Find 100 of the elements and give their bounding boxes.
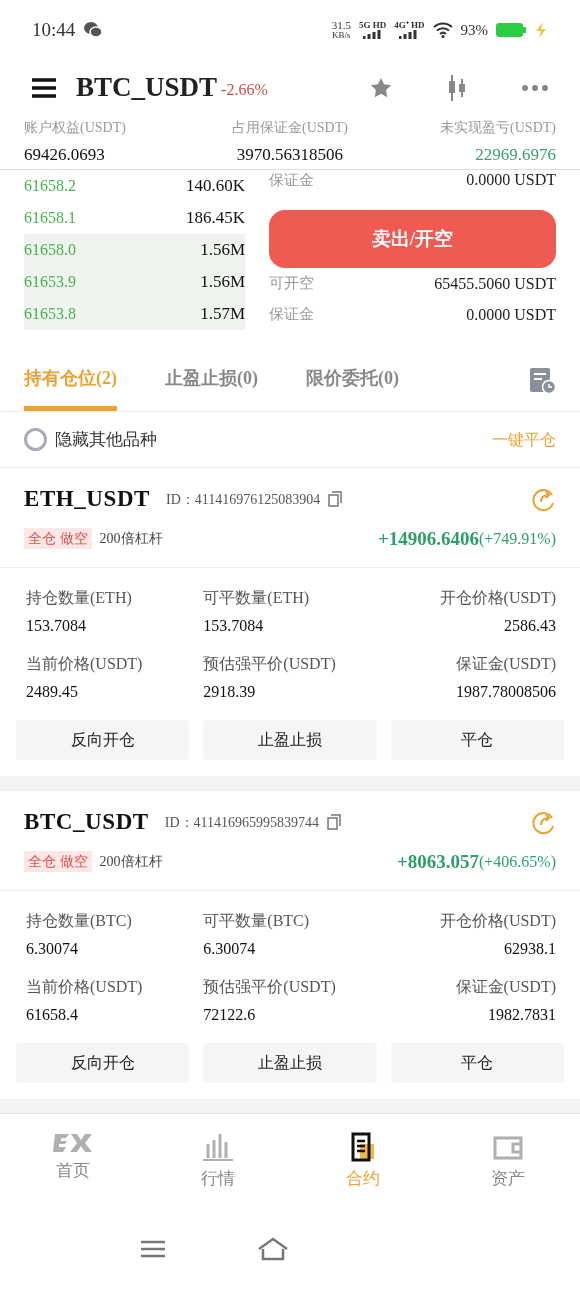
bid-price: 61658.2 (24, 176, 76, 196)
field-label: 可平数量(ETH) (203, 588, 310, 609)
field-value: 2918.39 (203, 682, 256, 702)
chat-app-icon (83, 21, 104, 39)
field-label: 当前价格(USDT) (26, 977, 143, 998)
field-value: 6.30074 (26, 939, 78, 959)
info-label: 保证金 (269, 305, 314, 325)
history-icon[interactable] (530, 367, 556, 394)
bid-amount: 1.56M (200, 271, 245, 294)
bid-amount: 1.57M (200, 303, 245, 326)
profit-amount: +14906.6406 (377, 526, 479, 551)
candlestick-icon[interactable] (447, 74, 467, 101)
position-id: ID：411416976125083904 (166, 490, 321, 509)
position-tab[interactable]: 限价委托(0) (306, 350, 399, 411)
bid-price: 61658.1 (24, 208, 76, 228)
account-value: 22969.6976 (475, 143, 556, 166)
nav-tab[interactable]: 行情 (145, 1132, 290, 1209)
sim-label: 4G⁺ HD (394, 21, 425, 30)
position-action-button[interactable]: 止盈止损 (203, 1043, 377, 1083)
bid-price: 61653.9 (24, 272, 76, 292)
position-tab[interactable]: 止盈止损(0) (165, 350, 258, 411)
field-label: 可平数量(BTC) (203, 911, 310, 932)
speed-unit: KB/s (332, 31, 351, 40)
field-label: 保证金(USDT) (455, 977, 556, 998)
bid-price: 61658.0 (24, 240, 76, 260)
charging-icon (534, 22, 548, 38)
nav-tab[interactable]: 资产 (435, 1132, 580, 1209)
share-icon[interactable] (532, 487, 556, 512)
field-value: 1982.7831 (488, 1005, 556, 1025)
position-tag: 全仓 做空 (24, 528, 92, 550)
field-label: 开仓价格(USDT) (439, 588, 556, 609)
field-value: 153.7084 (26, 616, 86, 636)
star-icon[interactable] (370, 76, 392, 99)
position-action-button[interactable]: 反向开仓 (16, 1043, 190, 1083)
field-value: 1987.78008506 (456, 682, 556, 702)
account-value: 69426.0693 (24, 143, 105, 166)
signal-icon (399, 30, 420, 39)
field-label: 预估强平价(USDT) (203, 654, 336, 675)
field-label: 持仓数量(ETH) (26, 588, 132, 609)
signal-icon (362, 30, 383, 39)
field-label: 保证金(USDT) (455, 654, 556, 675)
field-value: 6.30074 (203, 939, 256, 959)
battery-percent: 93% (460, 20, 488, 40)
field-label: 持仓数量(BTC) (26, 911, 132, 932)
status-time: 10:44 (32, 17, 76, 42)
copy-icon[interactable] (328, 491, 343, 508)
close-all-link[interactable]: 一键平仓 (492, 427, 556, 452)
price-change: -2.66% (221, 79, 268, 100)
menu-icon[interactable] (32, 77, 56, 98)
bar-chart-icon (200, 1132, 235, 1162)
info-value: 0.0000 USDT (466, 170, 556, 190)
info-value: 0.0000 USDT (466, 304, 556, 325)
bid-amount: 1.56M (200, 239, 245, 262)
home-icon[interactable] (257, 1237, 289, 1261)
battery-icon (496, 23, 526, 37)
radio-button[interactable] (24, 428, 47, 451)
position-action-button[interactable]: 止盈止损 (203, 720, 377, 760)
logo-icon (52, 1132, 93, 1154)
field-label: 当前价格(USDT) (26, 654, 143, 675)
bid-price: 61653.8 (24, 304, 76, 324)
info-value: 65455.5060 USDT (434, 273, 556, 294)
share-icon[interactable] (532, 810, 556, 835)
bid-amount: 186.45K (185, 207, 245, 230)
info-label: 可开空 (269, 274, 314, 294)
filter-label: 隐藏其他品种 (55, 428, 157, 451)
sim-label: 5G HD (358, 21, 387, 30)
position-symbol: ETH_USDT (24, 485, 151, 513)
sell-short-button[interactable]: 卖出/开空 (269, 210, 556, 268)
position-tag: 全仓 做空 (24, 851, 92, 873)
copy-icon[interactable] (327, 814, 341, 831)
account-value: 3970.56318506 (236, 143, 344, 166)
field-value: 153.7084 (203, 616, 264, 636)
field-value: 62938.1 (504, 939, 556, 959)
profit-percent: (+749.91%) (479, 528, 556, 550)
profit-amount: +8063.057 (396, 849, 479, 874)
field-value: 2489.45 (26, 682, 78, 702)
account-label: 账户权益(USDT) (24, 118, 126, 137)
profit-percent: (+406.65%) (479, 851, 556, 873)
nav-tab[interactable]: 首页 (0, 1132, 145, 1209)
position-id: ID：411416965995839744 (164, 813, 319, 832)
account-label: 占用保证金(USDT) (232, 118, 348, 137)
position-action-button[interactable]: 反向开仓 (16, 720, 190, 760)
field-label: 开仓价格(USDT) (439, 911, 556, 932)
field-value: 2586.43 (504, 616, 556, 636)
leverage-label: 200倍杠杆 (99, 530, 163, 549)
leverage-label: 200倍杠杆 (99, 853, 163, 872)
position-symbol: BTC_USDT (24, 808, 149, 836)
account-label: 未实现盈亏(USDT) (440, 118, 556, 137)
bid-amount: 140.60K (185, 175, 245, 198)
symbol-title: BTC_USDT (76, 71, 218, 105)
position-action-button[interactable]: 平仓 (390, 1043, 564, 1083)
field-value: 61658.4 (26, 1005, 78, 1025)
field-label: 预估强平价(USDT) (203, 977, 336, 998)
position-tab[interactable]: 持有仓位(2) (24, 350, 117, 411)
more-icon[interactable] (522, 84, 548, 91)
field-value: 72122.6 (203, 1005, 256, 1025)
position-action-button[interactable]: 平仓 (390, 720, 564, 760)
nav-tab[interactable]: 合约 (290, 1132, 435, 1209)
network-speed: 31.5 (331, 20, 351, 31)
info-label: 保证金 (269, 170, 314, 190)
